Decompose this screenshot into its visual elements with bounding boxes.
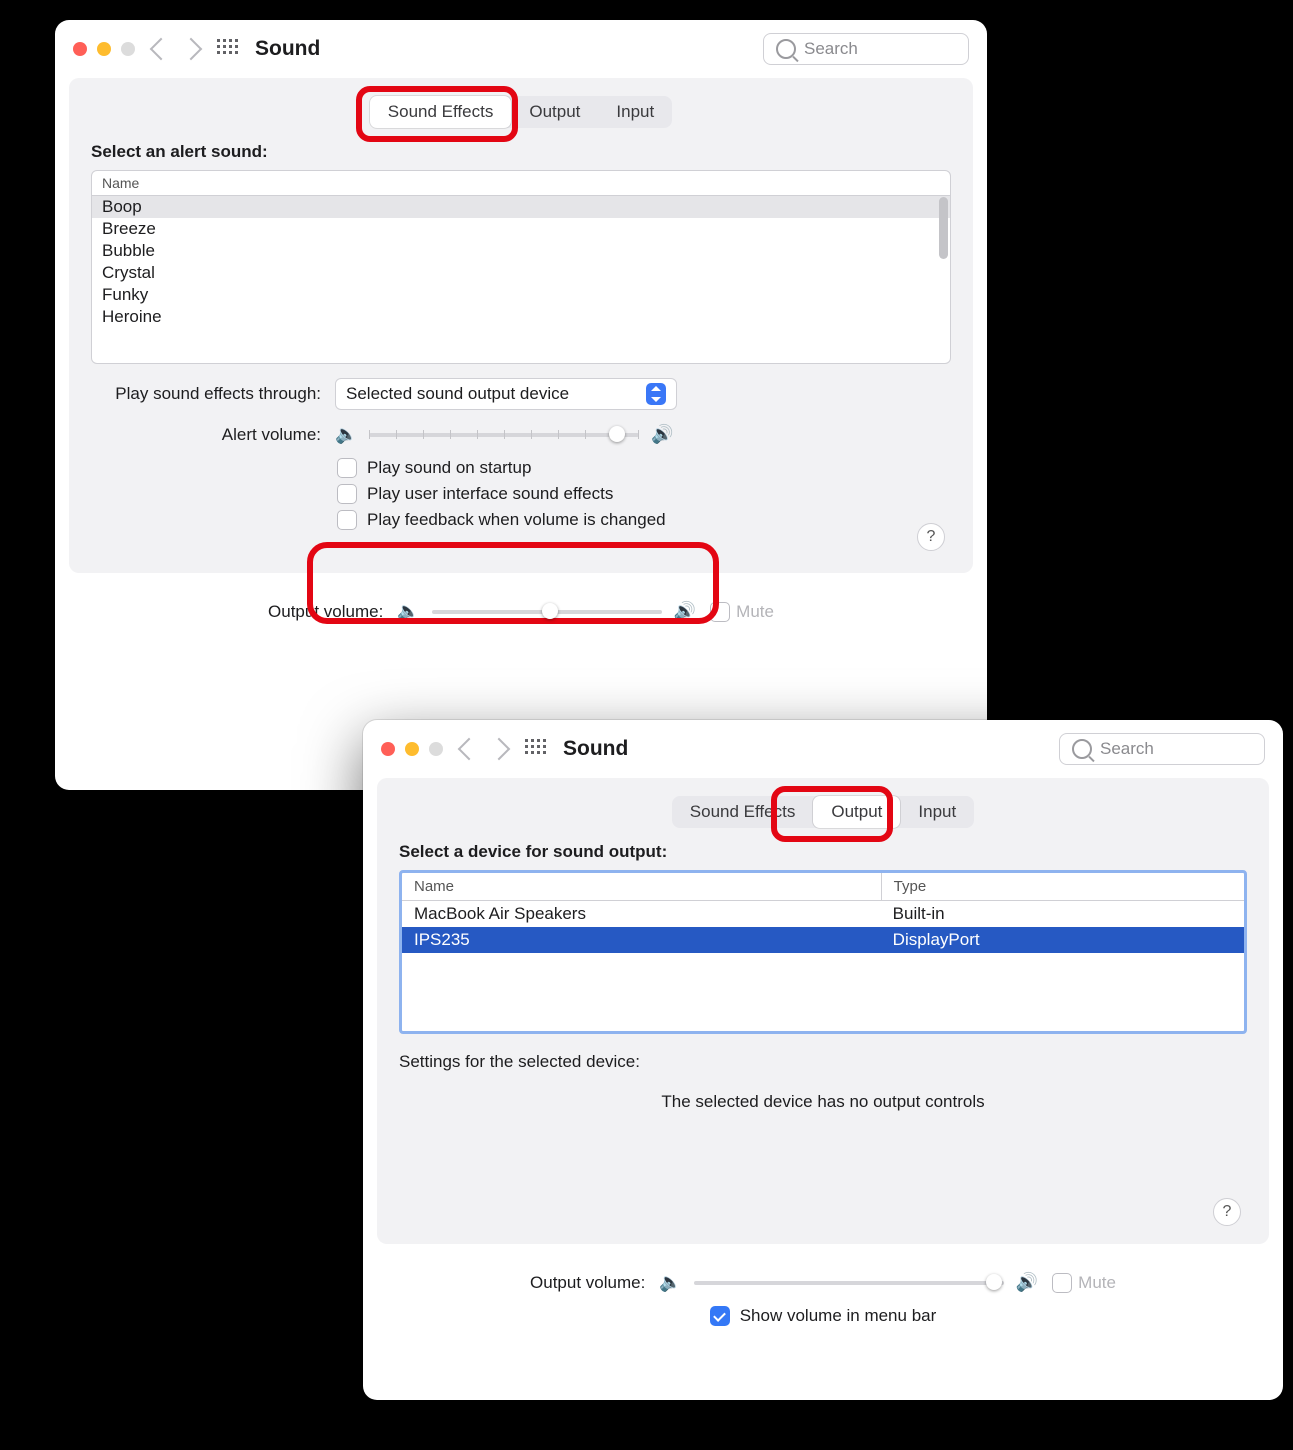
speaker-high-icon: 🔊 bbox=[1016, 1272, 1038, 1293]
tab-output[interactable]: Output bbox=[511, 96, 598, 128]
help-button[interactable]: ? bbox=[1213, 1198, 1241, 1226]
show-all-icon[interactable] bbox=[217, 39, 237, 59]
sound-preferences-output-window: Sound Search Sound Effects Output Input … bbox=[363, 720, 1283, 1400]
back-button[interactable] bbox=[150, 38, 173, 61]
traffic-lights bbox=[381, 742, 443, 756]
scrollbar[interactable] bbox=[939, 197, 948, 259]
checkbox-show-menu[interactable] bbox=[710, 1306, 730, 1326]
output-volume-label: Output volume: bbox=[530, 1273, 645, 1293]
close-window-button[interactable] bbox=[381, 742, 395, 756]
list-header-name: Name bbox=[92, 171, 950, 196]
output-volume-slider[interactable]: 🔈 🔊 bbox=[397, 601, 696, 622]
search-icon bbox=[1072, 739, 1092, 759]
nav-buttons bbox=[461, 741, 507, 757]
zoom-window-button[interactable] bbox=[429, 742, 443, 756]
sound-preferences-sound-effects-window: Sound Search Sound Effects Output Input … bbox=[55, 20, 987, 790]
device-type: Built-in bbox=[881, 901, 1244, 927]
minimize-window-button[interactable] bbox=[405, 742, 419, 756]
table-row[interactable]: MacBook Air Speakers Built-in bbox=[402, 901, 1244, 927]
tab-bar: Sound Effects Output Input bbox=[370, 96, 672, 128]
alert-volume-slider[interactable]: 🔈 🔊 bbox=[335, 424, 674, 445]
mute-label: Mute bbox=[1078, 1273, 1116, 1293]
checkbox-ui-effects-label: Play user interface sound effects bbox=[367, 484, 613, 504]
speaker-low-icon: 🔈 bbox=[659, 1272, 681, 1293]
tab-bar: Sound Effects Output Input bbox=[672, 796, 974, 828]
minimize-window-button[interactable] bbox=[97, 42, 111, 56]
list-item[interactable]: Boop bbox=[92, 196, 950, 218]
tab-input[interactable]: Input bbox=[900, 796, 974, 828]
no-controls-text: The selected device has no output contro… bbox=[399, 1092, 1247, 1112]
search-placeholder: Search bbox=[804, 39, 858, 59]
back-button[interactable] bbox=[458, 738, 481, 761]
search-placeholder: Search bbox=[1100, 739, 1154, 759]
col-type: Type bbox=[882, 873, 939, 900]
alert-volume-label: Alert volume: bbox=[91, 425, 321, 445]
speaker-low-icon: 🔈 bbox=[397, 601, 419, 622]
slider-knob[interactable] bbox=[542, 603, 558, 619]
checkbox-show-menu-label: Show volume in menu bar bbox=[740, 1306, 937, 1326]
speaker-high-icon: 🔊 bbox=[651, 424, 673, 445]
list-item[interactable]: Crystal bbox=[92, 262, 950, 284]
traffic-lights bbox=[73, 42, 135, 56]
window-toolbar: Sound Search bbox=[55, 20, 987, 78]
alert-sound-list[interactable]: Name Boop Breeze Bubble Crystal Funky He… bbox=[91, 170, 951, 364]
checkbox-feedback-label: Play feedback when volume is changed bbox=[367, 510, 666, 530]
mute-checkbox[interactable] bbox=[1052, 1273, 1072, 1293]
show-all-icon[interactable] bbox=[525, 739, 545, 759]
tab-sound-effects[interactable]: Sound Effects bbox=[370, 96, 512, 128]
list-item[interactable]: Funky bbox=[92, 284, 950, 306]
output-device-table[interactable]: Name Type MacBook Air Speakers Built-in … bbox=[399, 870, 1247, 1034]
zoom-window-button[interactable] bbox=[121, 42, 135, 56]
tab-input[interactable]: Input bbox=[598, 96, 672, 128]
speaker-high-icon: 🔊 bbox=[674, 601, 696, 622]
checkbox-feedback[interactable] bbox=[337, 510, 357, 530]
close-window-button[interactable] bbox=[73, 42, 87, 56]
settings-label: Settings for the selected device: bbox=[399, 1052, 1247, 1072]
device-name: IPS235 bbox=[402, 927, 881, 953]
mute-label: Mute bbox=[736, 602, 774, 622]
play-through-select[interactable]: Selected sound output device bbox=[335, 378, 677, 410]
list-item[interactable]: Breeze bbox=[92, 218, 950, 240]
select-device-label: Select a device for sound output: bbox=[399, 842, 1247, 862]
play-through-value: Selected sound output device bbox=[346, 384, 569, 404]
list-item[interactable]: Heroine bbox=[92, 306, 950, 328]
slider-knob[interactable] bbox=[986, 1274, 1002, 1290]
mute-checkbox[interactable] bbox=[710, 602, 730, 622]
tab-sound-effects[interactable]: Sound Effects bbox=[672, 796, 814, 828]
select-stepper-icon bbox=[646, 383, 666, 405]
select-alert-label: Select an alert sound: bbox=[91, 142, 951, 162]
search-input[interactable]: Search bbox=[1059, 733, 1265, 765]
play-through-label: Play sound effects through: bbox=[91, 384, 321, 404]
device-name: MacBook Air Speakers bbox=[402, 901, 881, 927]
table-row[interactable]: IPS235 DisplayPort bbox=[402, 927, 1244, 953]
output-volume-label: Output volume: bbox=[268, 602, 383, 622]
page-title: Sound bbox=[255, 37, 320, 61]
page-title: Sound bbox=[563, 737, 628, 761]
search-input[interactable]: Search bbox=[763, 33, 969, 65]
col-name: Name bbox=[402, 873, 882, 900]
checkbox-ui-effects[interactable] bbox=[337, 484, 357, 504]
slider-knob[interactable] bbox=[609, 426, 625, 442]
help-button[interactable]: ? bbox=[917, 523, 945, 551]
speaker-low-icon: 🔈 bbox=[335, 424, 357, 445]
search-icon bbox=[776, 39, 796, 59]
tab-output[interactable]: Output bbox=[813, 796, 900, 828]
output-volume-slider[interactable]: 🔈 🔊 bbox=[659, 1272, 1038, 1293]
device-type: DisplayPort bbox=[881, 927, 1244, 953]
nav-buttons bbox=[153, 41, 199, 57]
forward-button[interactable] bbox=[180, 38, 203, 61]
window-toolbar: Sound Search bbox=[363, 720, 1283, 778]
forward-button[interactable] bbox=[488, 738, 511, 761]
checkbox-startup[interactable] bbox=[337, 458, 357, 478]
checkbox-startup-label: Play sound on startup bbox=[367, 458, 531, 478]
list-item[interactable]: Bubble bbox=[92, 240, 950, 262]
